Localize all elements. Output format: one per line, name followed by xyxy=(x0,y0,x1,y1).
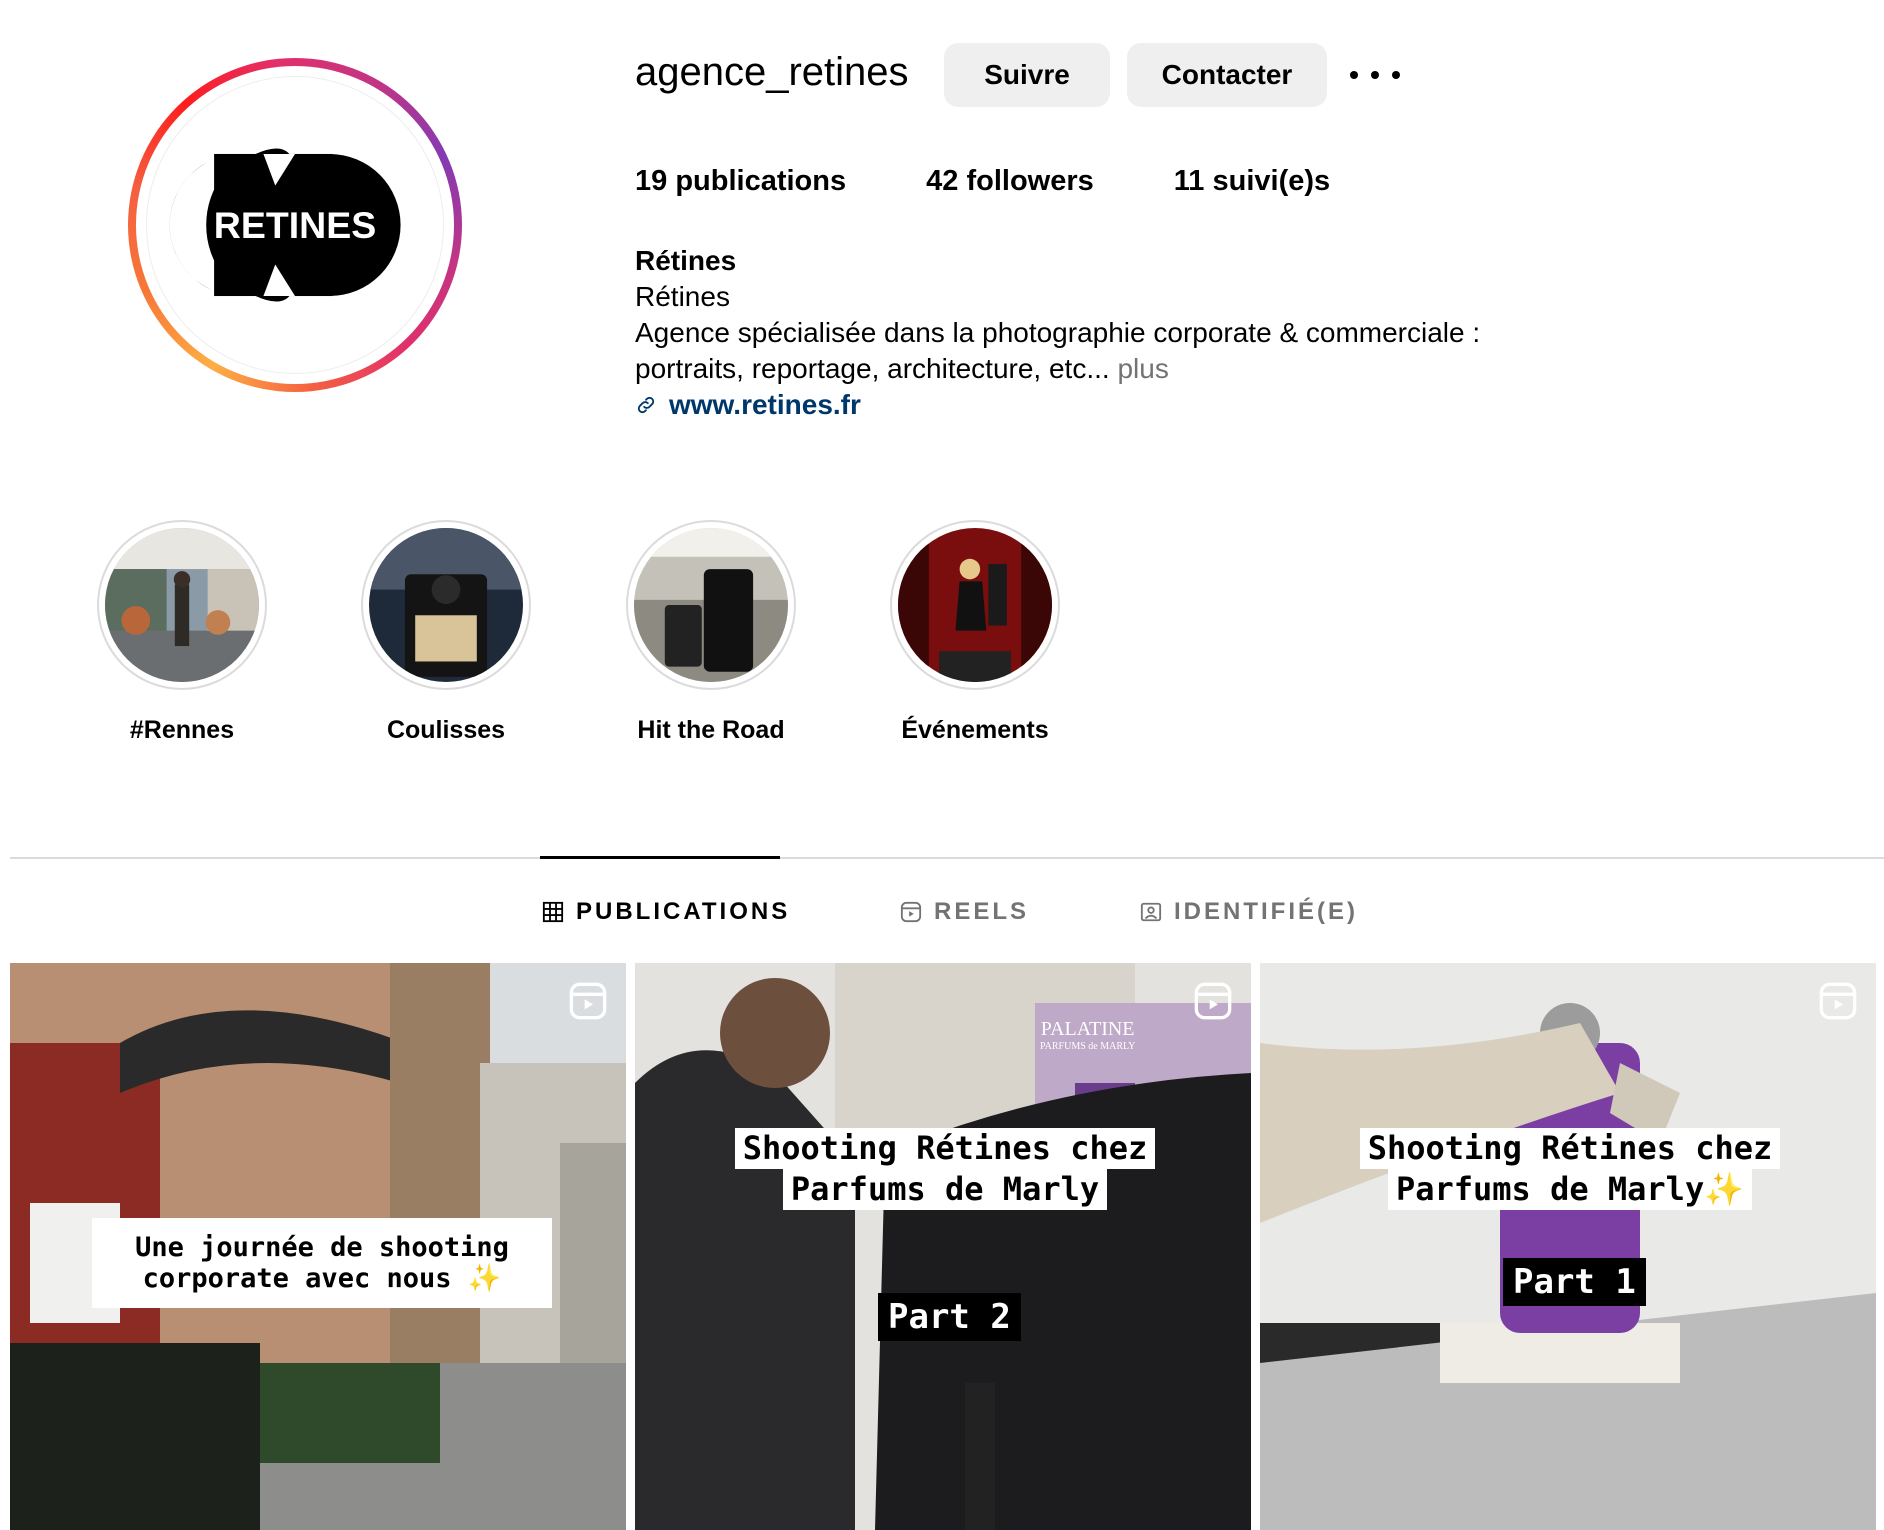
highlight-label: Hit the Road xyxy=(637,716,785,744)
highlight-ring xyxy=(890,520,1060,690)
reel-badge-icon xyxy=(569,982,607,1020)
highlight-cover-image xyxy=(105,528,259,682)
profile-avatar[interactable]: RETINES xyxy=(128,58,462,392)
caption-line-1: Shooting Rétines chez xyxy=(734,1128,1156,1169)
svg-text:RETINES: RETINES xyxy=(214,204,376,246)
post-caption: Shooting Rétines chez Parfums de Marly✨ xyxy=(1330,1128,1810,1210)
post-part-label: Part 2 xyxy=(878,1293,1021,1341)
followers-count: 42 xyxy=(926,165,959,197)
bio-name: Rétines xyxy=(635,245,737,276)
contact-button[interactable]: Contacter xyxy=(1127,43,1327,107)
post-thumbnail[interactable]: Une journée de shooting corporate avec n… xyxy=(10,963,626,1530)
highlight-evenements[interactable]: Événements xyxy=(890,520,1060,745)
avatar-image: RETINES xyxy=(146,76,444,374)
caption-line-2: Parfums de Marly xyxy=(782,1168,1108,1210)
website-text: www.retines.fr xyxy=(669,389,861,420)
highlight-cover-image xyxy=(634,528,788,682)
sign-title: PALATINE xyxy=(1040,1018,1135,1040)
follow-button[interactable]: Suivre xyxy=(944,43,1110,107)
caption-line-2: Parfums de Marly✨ xyxy=(1387,1168,1753,1210)
post-caption: Shooting Rétines chez Parfums de Marly xyxy=(705,1128,1185,1210)
post-image xyxy=(635,963,1251,1530)
highlight-ring xyxy=(626,520,796,690)
post-image xyxy=(1260,963,1876,1530)
tab-reels[interactable]: REELS xyxy=(900,898,1029,926)
street-photo-icon xyxy=(105,528,259,682)
tagged-icon xyxy=(1140,902,1162,922)
retines-logo: RETINES xyxy=(169,148,401,302)
highlight-label: Coulisses xyxy=(386,716,506,744)
following-word: suivi(e)s xyxy=(1212,165,1331,197)
posts-count: 19 xyxy=(635,165,668,197)
post-thumbnail[interactable]: PALATINE PARFUMS de MARLY Shooting Rétin… xyxy=(635,963,1251,1530)
event-photo-icon xyxy=(898,528,1052,682)
caption-line-1: Une journée de shooting xyxy=(135,1232,509,1263)
highlight-hit-the-road[interactable]: Hit the Road xyxy=(626,520,796,745)
more-options-icon[interactable] xyxy=(1350,55,1400,95)
caption-line-2: corporate avec nous ✨ xyxy=(142,1263,502,1295)
post-thumbnail[interactable]: Shooting Rétines chez Parfums de Marly✨ … xyxy=(1260,963,1876,1530)
bio-category: Rétines xyxy=(635,281,730,312)
bio-line-1: Agence spécialisée dans la photographie … xyxy=(635,317,1481,348)
posts-word: publications xyxy=(675,165,847,197)
tab-label: IDENTIFIÉ(E) xyxy=(1174,898,1358,925)
profile-stats: 19 publications 42 followers 11 suivi(e)… xyxy=(635,165,1410,198)
post-caption: Une journée de shooting corporate avec n… xyxy=(92,1218,552,1309)
posts-stat: 19 publications xyxy=(635,165,846,198)
following-count: 11 xyxy=(1173,165,1205,197)
sign-subtitle: PARFUMS de MARLY xyxy=(1040,1041,1136,1052)
store-sign: PALATINE PARFUMS de MARLY xyxy=(1040,1018,1135,1052)
highlight-ring xyxy=(97,520,267,690)
dot xyxy=(1371,71,1379,79)
tabs-divider xyxy=(10,857,1884,859)
highlight-coulisses[interactable]: Coulisses xyxy=(361,520,531,745)
tab-publications[interactable]: PUBLICATIONS xyxy=(542,898,790,926)
highlight-cover-image xyxy=(898,528,1052,682)
bio-more-link[interactable]: plus xyxy=(1117,353,1168,384)
highlight-label: Événements xyxy=(901,716,1049,744)
profile-bio: Rétines Rétines Agence spécialisée dans … xyxy=(635,243,1480,423)
post-part-label: Part 1 xyxy=(1503,1258,1646,1306)
tab-label: REELS xyxy=(934,898,1030,925)
camera-photo-icon xyxy=(369,528,523,682)
tab-tagged[interactable]: IDENTIFIÉ(E) xyxy=(1140,898,1358,926)
reel-badge-icon xyxy=(1194,982,1232,1020)
highlight-ring xyxy=(361,520,531,690)
link-icon xyxy=(637,396,655,414)
following-stat[interactable]: 11 suivi(e)s xyxy=(1174,165,1330,198)
profile-username: agence_retines xyxy=(635,50,909,94)
bio-line-2-text: portraits, reportage, architecture, etc.… xyxy=(635,353,1110,384)
reels-icon xyxy=(900,901,922,923)
highlight-rennes[interactable]: #Rennes xyxy=(97,520,267,745)
followers-stat[interactable]: 42 followers xyxy=(926,165,1094,198)
luggage-photo-icon xyxy=(634,528,788,682)
dot xyxy=(1392,71,1400,79)
grid-icon xyxy=(542,901,564,923)
caption-line-1: Shooting Rétines chez xyxy=(1359,1128,1781,1169)
reel-badge-icon xyxy=(1819,982,1857,1020)
highlight-label: #Rennes xyxy=(129,716,235,744)
active-tab-indicator xyxy=(540,856,780,859)
followers-word: followers xyxy=(966,165,1094,197)
highlight-cover-image xyxy=(369,528,523,682)
bio-line-2: portraits, reportage, architecture, etc.… xyxy=(635,351,1480,387)
tab-label: PUBLICATIONS xyxy=(576,898,791,925)
website-link[interactable]: www.retines.fr xyxy=(635,387,1480,423)
dot xyxy=(1350,71,1358,79)
